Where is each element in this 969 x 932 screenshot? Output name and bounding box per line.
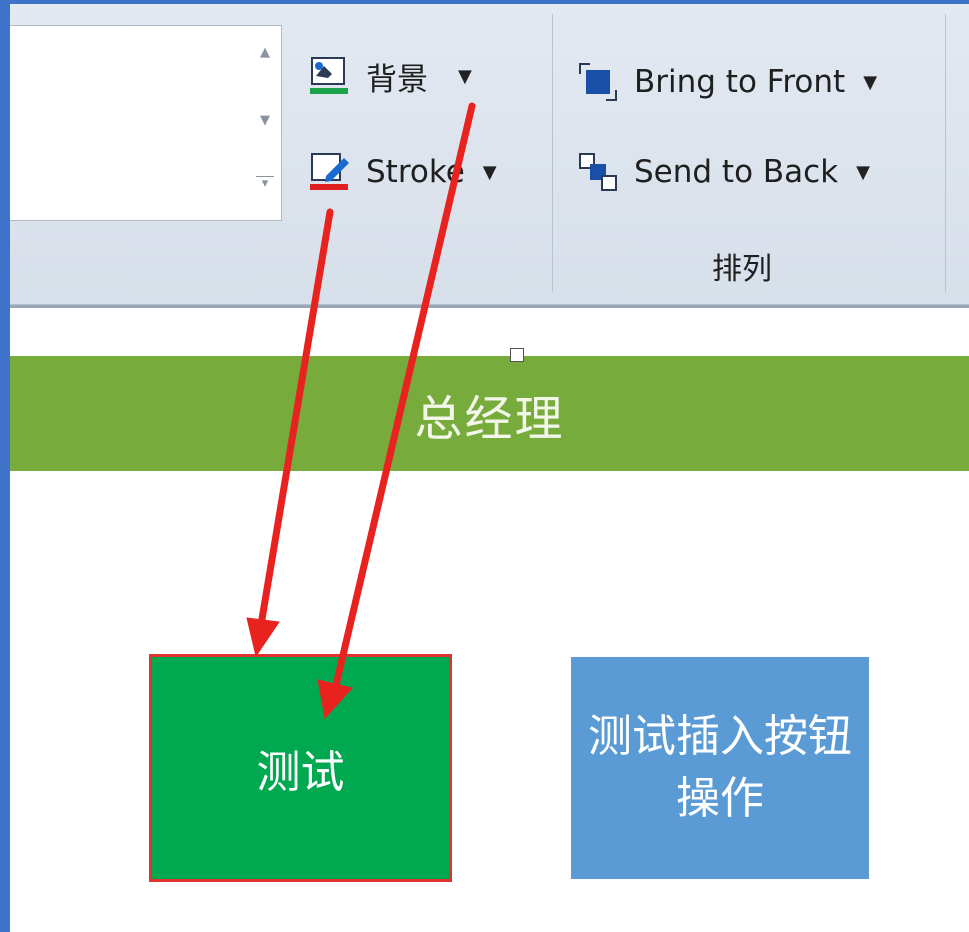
send-to-back-icon <box>576 150 620 194</box>
gallery-scroll-up-icon[interactable]: ▲ <box>256 44 274 62</box>
background-button[interactable]: 背景 ▼ <box>308 48 472 104</box>
resize-handle[interactable] <box>510 348 524 362</box>
bring-to-front-icon <box>576 60 620 104</box>
gallery-more-icon[interactable]: ▾ <box>256 176 274 195</box>
blue-insert-label: 测试插入按钮操作 <box>588 711 852 824</box>
bring-to-front-label: Bring to Front <box>634 64 846 100</box>
bring-to-front-dropdown-icon[interactable]: ▼ <box>863 72 877 93</box>
ribbon-group-separator <box>552 14 553 292</box>
send-to-back-label: Send to Back <box>634 154 839 190</box>
background-label: 背景 <box>366 61 428 98</box>
green-test-shape[interactable]: 测试 <box>149 654 452 882</box>
stroke-label: Stroke <box>366 154 465 190</box>
send-to-back-button[interactable]: Send to Back ▼ <box>576 144 870 200</box>
background-dropdown-icon[interactable]: ▼ <box>458 66 472 87</box>
title-text: 总经理 <box>414 390 565 447</box>
send-to-back-dropdown-icon[interactable]: ▼ <box>856 162 870 183</box>
blue-insert-button-shape[interactable]: 测试插入按钮操作 <box>571 657 869 879</box>
bring-to-front-button[interactable]: Bring to Front ▼ <box>576 54 877 110</box>
green-test-label: 测试 <box>256 747 345 798</box>
arrange-group-label: 排列 <box>712 252 772 287</box>
pen-icon <box>308 150 352 194</box>
fill-color-icon <box>308 54 352 98</box>
title-shape[interactable]: 总经理 <box>10 356 969 471</box>
stroke-button[interactable]: Stroke ▼ <box>308 144 497 200</box>
gallery-scroll-down-icon[interactable]: ▼ <box>256 112 274 130</box>
stroke-dropdown-icon[interactable]: ▼ <box>483 162 497 183</box>
ribbon-group-separator-right <box>945 14 946 292</box>
style-gallery[interactable]: ▲ ▼ ▾ <box>10 25 282 221</box>
